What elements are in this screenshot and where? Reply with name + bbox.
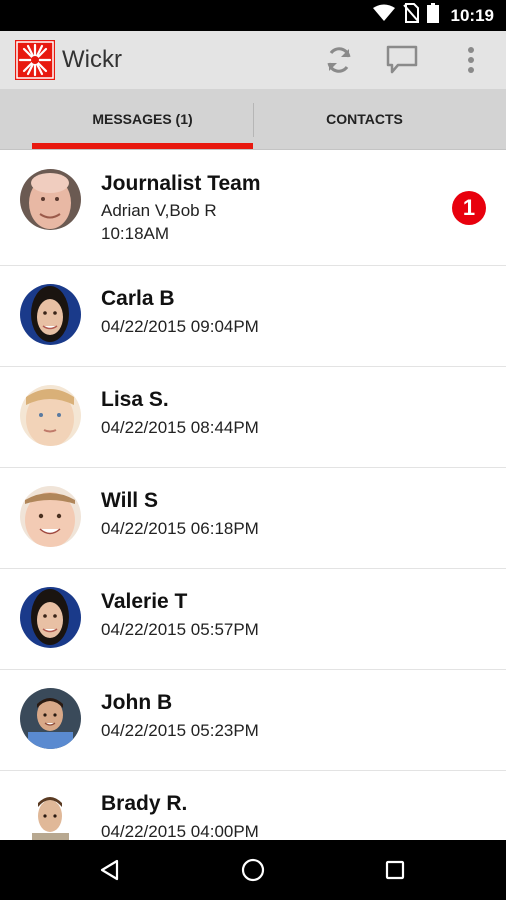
- wickr-logo-icon: [15, 40, 55, 80]
- conversation-list[interactable]: Journalist Team Adrian V,Bob R 10:18AM 1…: [0, 150, 506, 840]
- conversation-name: Lisa S.: [101, 388, 169, 411]
- conversation-row[interactable]: Will S 04/22/2015 06:18PM: [0, 468, 506, 569]
- conversation-row[interactable]: Journalist Team Adrian V,Bob R 10:18AM 1: [0, 150, 506, 266]
- status-bar: 10:19: [0, 0, 506, 31]
- conversation-time: 04/22/2015 06:18PM: [101, 519, 259, 538]
- avatar: [20, 284, 81, 345]
- conversation-row[interactable]: Brady R. 04/22/2015 04:00PM: [0, 771, 506, 840]
- app-title: Wickr: [62, 46, 122, 73]
- no-sim-icon: [402, 3, 419, 28]
- conversation-name: Brady R.: [101, 792, 188, 815]
- overflow-menu-icon: [468, 47, 474, 73]
- conversation-members: Adrian V,Bob R: [101, 201, 217, 220]
- conversation-row[interactable]: Carla B 04/22/2015 09:04PM: [0, 266, 506, 367]
- back-button[interactable]: [92, 852, 128, 888]
- conversation-name: Valerie T: [101, 590, 188, 613]
- conversation-name: Carla B: [101, 287, 175, 310]
- recents-button[interactable]: [377, 852, 413, 888]
- home-icon: [241, 858, 265, 882]
- wifi-icon: [372, 4, 395, 27]
- system-nav-bar: [0, 840, 506, 900]
- overflow-menu-button[interactable]: [453, 42, 489, 78]
- tab-messages[interactable]: MESSAGES (1): [32, 89, 253, 149]
- selected-tab-indicator: [32, 143, 253, 149]
- conversation-time: 04/22/2015 09:04PM: [101, 317, 259, 336]
- avatar: [20, 486, 81, 547]
- refresh-icon: [327, 47, 351, 73]
- status-icons: 10:19: [372, 0, 494, 31]
- new-message-button[interactable]: [384, 42, 420, 78]
- tab-bar: MESSAGES (1) CONTACTS: [0, 89, 506, 150]
- conversation-row[interactable]: Lisa S. 04/22/2015 08:44PM: [0, 367, 506, 468]
- conversation-row[interactable]: Valerie T 04/22/2015 05:57PM: [0, 569, 506, 670]
- conversation-name: John B: [101, 691, 173, 714]
- conversation-time: 04/22/2015 04:00PM: [101, 822, 259, 840]
- conversation-time: 04/22/2015 05:57PM: [101, 620, 259, 639]
- app-bar: Wickr: [0, 31, 506, 89]
- avatar: [20, 385, 81, 446]
- avatar: [20, 789, 81, 840]
- avatar: [20, 169, 81, 230]
- home-button[interactable]: [235, 852, 271, 888]
- clock: 10:19: [450, 5, 494, 25]
- back-icon: [100, 859, 119, 881]
- avatar: [20, 587, 81, 648]
- conversation-name: Will S: [101, 489, 158, 512]
- conversation-time: 04/22/2015 08:44PM: [101, 418, 259, 437]
- conversation-time: 04/22/2015 05:23PM: [101, 721, 259, 740]
- avatar: [20, 688, 81, 749]
- new-message-icon: [386, 45, 418, 74]
- battery-icon: [426, 3, 439, 28]
- unread-badge: 1: [452, 191, 486, 225]
- tab-contacts[interactable]: CONTACTS: [254, 89, 475, 149]
- conversation-row[interactable]: John B 04/22/2015 05:23PM: [0, 670, 506, 771]
- conversation-name: Journalist Team: [101, 172, 261, 195]
- recents-icon: [385, 860, 405, 880]
- refresh-button[interactable]: [321, 42, 357, 78]
- conversation-time: 10:18AM: [101, 224, 170, 243]
